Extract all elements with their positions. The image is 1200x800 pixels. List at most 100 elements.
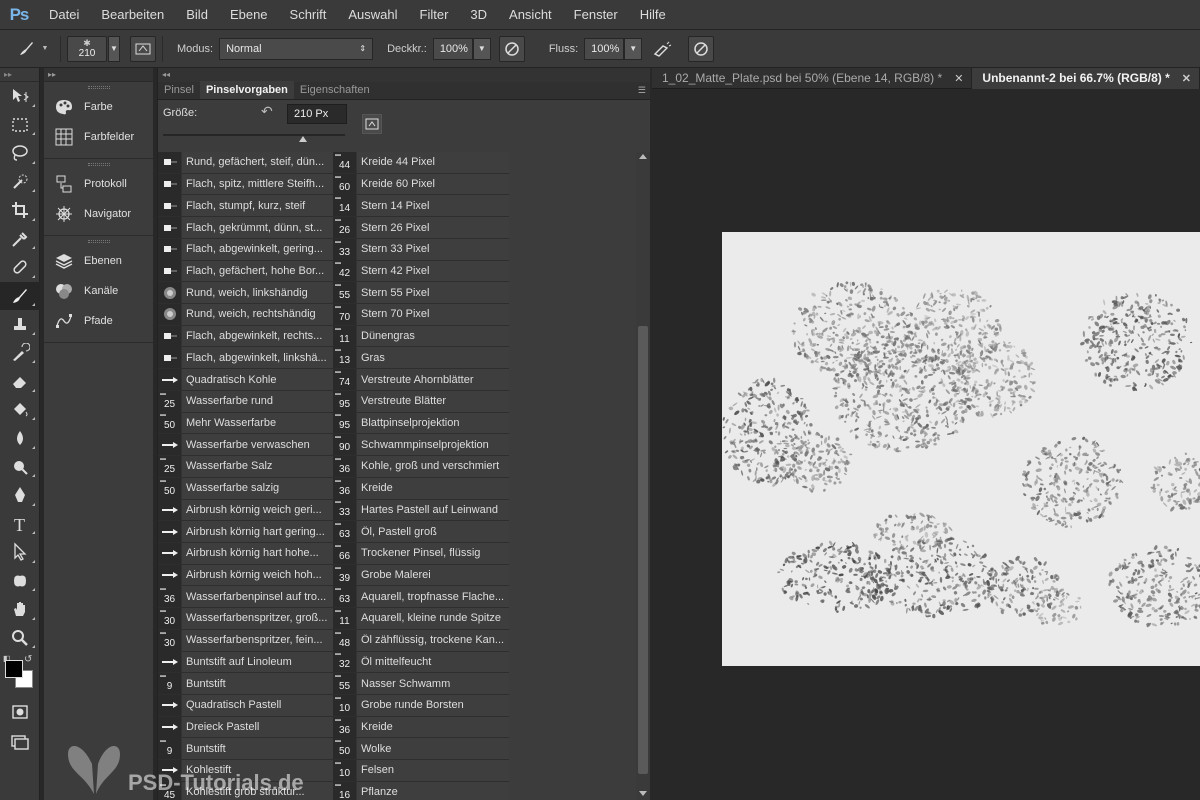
brush-preset-row[interactable]: Flach, gekrümmt, dünn, st...	[158, 217, 334, 239]
scroll-down-icon[interactable]	[639, 791, 647, 796]
dock-item-ebenen[interactable]: Ebenen	[44, 246, 153, 276]
pen-tool-button[interactable]	[0, 481, 40, 510]
marquee-tool-button[interactable]	[0, 111, 40, 140]
brush-preset-row[interactable]: Rund, gefächert, steif, dün...	[158, 152, 334, 174]
scrollbar-thumb[interactable]	[638, 326, 648, 774]
lasso-tool-button[interactable]	[0, 139, 40, 168]
document-tab[interactable]: 1_02_Matte_Plate.psd bei 50% (Ebene 14, …	[652, 67, 973, 89]
eyedropper-tool-button[interactable]	[0, 225, 40, 254]
brush-preset-row[interactable]: ▬ 10 Grobe runde Borsten	[333, 694, 509, 717]
hand-tool-button[interactable]	[0, 595, 40, 624]
brush-preset-row[interactable]: ▬ 50 Wasserfarbe salzig	[158, 477, 334, 500]
history-brush-tool-button[interactable]	[0, 339, 40, 368]
tool-preset-picker[interactable]: ▼	[10, 36, 54, 62]
brush-preset-row[interactable]: ▬ 16 Pflanze	[333, 781, 509, 800]
brush-preset-row[interactable]: ▬ 55 Nasser Schwamm	[333, 673, 509, 695]
menu-filter[interactable]: Filter	[409, 0, 460, 30]
menu-hilfe[interactable]: Hilfe	[629, 0, 677, 30]
size-slider-track[interactable]	[163, 134, 345, 136]
tab-eigenschaften[interactable]: Eigenschaften	[294, 81, 376, 99]
brush-preset-row[interactable]: ▬ 13 Gras	[333, 347, 509, 370]
tab-pinselvorgaben[interactable]: Pinselvorgaben	[199, 81, 294, 99]
brush-preset-row[interactable]: Airbrush körnig weich geri...	[158, 499, 334, 522]
pressure-size-button[interactable]	[688, 35, 715, 62]
brush-preset-row[interactable]: ▬ 9 Buntstift	[158, 673, 334, 695]
pressure-opacity-button[interactable]	[498, 35, 525, 62]
brush-preset-row[interactable]: ▬ 44 Kreide 44 Pixel	[333, 152, 509, 174]
type-tool-button[interactable]: T	[0, 510, 40, 539]
opacity-dropdown[interactable]: ▼	[472, 37, 491, 60]
screen-mode-button[interactable]	[0, 727, 40, 756]
brush-preset-row[interactable]: ▬ 55 Stern 55 Pixel	[333, 282, 509, 305]
brush-preset-row[interactable]: ▬ 95 Blattpinselprojektion	[333, 412, 509, 435]
size-slider-thumb[interactable]	[299, 136, 308, 142]
brush-preset-row[interactable]: ▬ 63 Aquarell, tropfnasse Flache...	[333, 586, 509, 609]
new-preset-button[interactable]	[362, 114, 382, 134]
dodge-tool-button[interactable]	[0, 453, 40, 482]
brush-preset-row[interactable]: Flach, spitz, mittlere Steifh...	[158, 173, 334, 196]
brush-preset-row[interactable]: ▬ 36 Kreide	[333, 716, 509, 739]
brush-preset-row[interactable]: ▬ 74 Verstreute Ahornblätter	[333, 369, 509, 391]
airbrush-button[interactable]	[650, 36, 676, 62]
menu-ansicht[interactable]: Ansicht	[498, 0, 563, 30]
brush-preset-row[interactable]: ▬ 36 Kohle, groß und verschmiert	[333, 455, 509, 478]
close-icon[interactable]: ✕	[954, 72, 963, 85]
brush-preset-row[interactable]: ▬ 60 Kreide 60 Pixel	[333, 173, 509, 196]
brush-picker-dropdown[interactable]: ▼	[108, 35, 120, 62]
healing-brush-tool-button[interactable]	[0, 253, 40, 282]
tab-pinsel[interactable]: Pinsel	[158, 81, 200, 99]
panel-collapse-handle[interactable]: ◂◂	[158, 68, 650, 82]
brush-preset-row[interactable]: ▬ 50 Wolke	[333, 738, 509, 761]
brush-preset-row[interactable]: Flach, stumpf, kurz, steif	[158, 195, 334, 218]
brush-preset-row[interactable]: ▬ 11 Aquarell, kleine runde Spitze	[333, 607, 509, 630]
quick-selection-tool-button[interactable]	[0, 168, 40, 197]
menu-fenster[interactable]: Fenster	[563, 0, 629, 30]
document-tab[interactable]: Unbenannt-2 bei 66.7% (RGB/8) * ✕	[972, 67, 1200, 89]
menu-schrift[interactable]: Schrift	[279, 0, 338, 30]
size-input[interactable]: 210 Px	[287, 104, 347, 124]
paint-bucket-tool-button[interactable]	[0, 396, 40, 425]
zoom-tool-button[interactable]	[0, 624, 40, 653]
mode-select[interactable]: Normal ⇕	[219, 37, 374, 60]
brush-preset-row[interactable]: ▬ 39 Grobe Malerei	[333, 564, 509, 587]
menu-ebene[interactable]: Ebene	[219, 0, 279, 30]
brush-preset-row[interactable]: Quadratisch Kohle	[158, 369, 334, 391]
brush-preset-row[interactable]: Flach, gefächert, hohe Bor...	[158, 260, 334, 283]
swap-colors-icon[interactable]: ↺	[24, 654, 32, 665]
brush-preset-row[interactable]: ▬ 36 Wasserfarbenpinsel auf tro...	[158, 586, 334, 609]
dock-item-pfade[interactable]: Pfade	[44, 306, 153, 336]
preset-list-scrollbar[interactable]	[636, 152, 650, 800]
quick-mask-button[interactable]	[0, 698, 40, 727]
brush-preset-row[interactable]: ▬ 32 Öl mittelfeucht	[333, 651, 509, 674]
dock-item-kanäle[interactable]: Kanäle	[44, 276, 153, 306]
brush-preset-row[interactable]: ▬ 26 Stern 26 Pixel	[333, 217, 509, 239]
brush-preset-row[interactable]: ▬ 48 Öl zähflüssig, trockene Kan...	[333, 629, 509, 652]
brush-preset-row[interactable]: Rund, weich, linkshändig	[158, 282, 334, 305]
brush-preset-row[interactable]: Airbrush körnig weich hoh...	[158, 564, 334, 587]
flow-input[interactable]: 100%	[584, 37, 625, 60]
brush-tool-button[interactable]	[0, 281, 40, 310]
brush-preset-row[interactable]: ▬ 70 Stern 70 Pixel	[333, 303, 509, 326]
dock-item-farbe[interactable]: Farbe	[44, 92, 153, 122]
brush-preset-row[interactable]: Quadratisch Pastell	[158, 694, 334, 717]
brush-preset-row[interactable]: ▬ 36 Kreide	[333, 477, 509, 500]
brush-preset-row[interactable]: Wasserfarbe verwaschen	[158, 434, 334, 457]
brush-preset-row[interactable]: ▬ 30 Wasserfarbenspritzer, fein...	[158, 629, 334, 652]
brush-preset-row[interactable]: ▬ 33 Stern 33 Pixel	[333, 238, 509, 261]
brush-preset-row[interactable]: ▬ 25 Wasserfarbe Salz	[158, 455, 334, 478]
reset-size-icon[interactable]: ↶	[261, 103, 273, 120]
document-canvas[interactable]	[722, 232, 1200, 666]
brush-preset-row[interactable]: ▬ 42 Stern 42 Pixel	[333, 260, 509, 283]
menu-bild[interactable]: Bild	[175, 0, 219, 30]
dock-item-farbfelder[interactable]: Farbfelder	[44, 122, 153, 152]
move-tool-button[interactable]	[0, 82, 40, 111]
brush-preset-row[interactable]: Airbrush körnig hart hohe...	[158, 542, 334, 565]
custom-shape-tool-button[interactable]	[0, 567, 40, 596]
brush-picker-button[interactable]: ✱ 210	[67, 35, 107, 62]
brush-preset-row[interactable]: ▬ 66 Trockener Pinsel, flüssig	[333, 542, 509, 565]
brush-preset-row[interactable]: Buntstift auf Linoleum	[158, 651, 334, 674]
dock-item-navigator[interactable]: Navigator	[44, 199, 153, 229]
scroll-up-icon[interactable]	[639, 154, 647, 159]
flow-dropdown[interactable]: ▼	[624, 37, 643, 60]
brush-preset-row[interactable]: ▬ 14 Stern 14 Pixel	[333, 195, 509, 218]
